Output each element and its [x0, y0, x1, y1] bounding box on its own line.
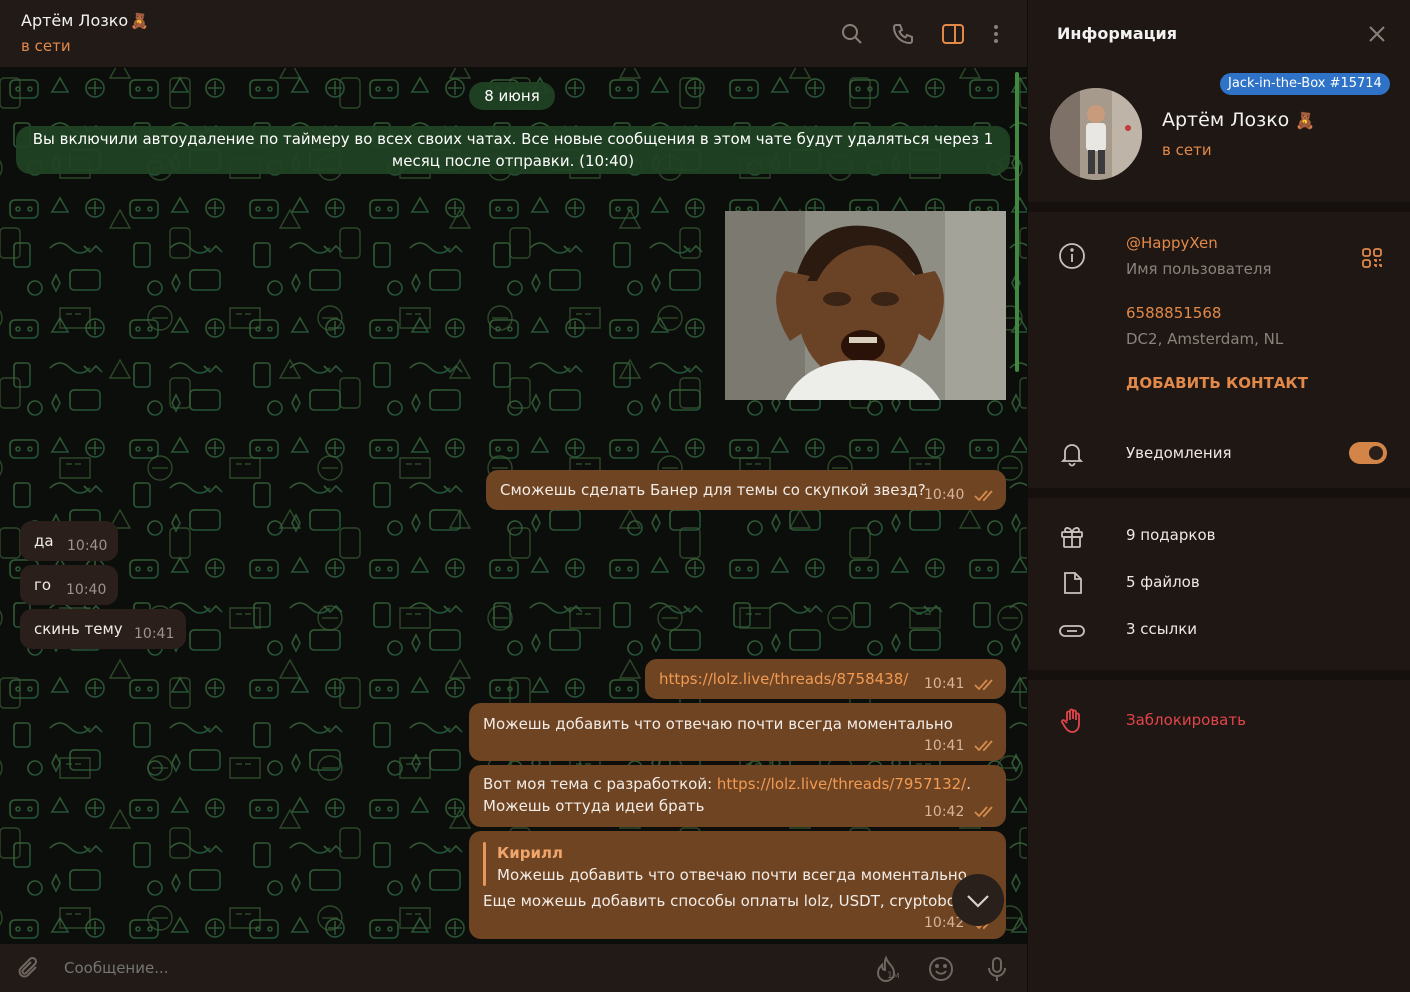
- message-text: Еще можешь добавить способы оплаты lolz,…: [483, 892, 961, 910]
- notifications-toggle[interactable]: [1349, 442, 1387, 464]
- phone-icon[interactable]: [891, 22, 915, 46]
- info-panel: Информация Jack-in-the-Box #15714 Артём …: [1027, 0, 1410, 992]
- microphone-icon[interactable]: [984, 956, 1010, 982]
- service-message: Вы включили автоудаление по таймеру во в…: [16, 126, 1010, 174]
- message-text: скинь тему: [34, 620, 123, 638]
- info-title: Информация: [1057, 24, 1177, 43]
- message-time: 10:41: [134, 626, 175, 642]
- chat-panel: Артём Лозко 🧸 в сети 8 июня Вы включили …: [0, 0, 1027, 992]
- qr-code-icon[interactable]: [1361, 247, 1383, 269]
- read-checkmarks-icon: [974, 679, 993, 691]
- chevron-down-icon: [967, 895, 989, 908]
- notifications-label: Уведомления: [1126, 444, 1232, 462]
- avatar[interactable]: [1050, 88, 1142, 180]
- date-separator: 8 июня: [469, 82, 555, 110]
- links-link[interactable]: 3 ссылки: [1126, 620, 1197, 638]
- user-id[interactable]: 6588851568: [1126, 304, 1221, 322]
- file-icon: [1064, 572, 1082, 594]
- gift-badge[interactable]: Jack-in-the-Box #15714: [1220, 73, 1390, 95]
- scroll-down-button[interactable]: [952, 874, 1004, 926]
- gift-icon: [1061, 527, 1083, 548]
- message-time: 10:40: [67, 538, 108, 554]
- message-time: 10:40: [924, 487, 965, 503]
- read-checkmarks-icon: [974, 806, 993, 818]
- toggle-knob: [1369, 446, 1383, 460]
- message-time: 10:42: [924, 804, 965, 820]
- message-link[interactable]: https://lolz.live/threads/8758438/: [659, 670, 908, 688]
- message-bubble-out-reply[interactable]: Кирилл Можешь добавить что отвечаю почти…: [469, 831, 1006, 939]
- datacenter-info: DC2, Amsterdam, NL: [1126, 330, 1284, 348]
- profile-name: Артём Лозко 🧸: [1162, 109, 1315, 131]
- chat-title[interactable]: Артём Лозко 🧸: [21, 11, 149, 30]
- files-link[interactable]: 5 файлов: [1126, 573, 1200, 591]
- close-icon[interactable]: [1367, 24, 1387, 44]
- read-checkmarks-icon: [974, 490, 993, 502]
- attach-icon[interactable]: [16, 956, 42, 982]
- message-text-line2: Можешь оттуда идеи брать: [483, 797, 705, 815]
- photo-message[interactable]: [725, 211, 1006, 400]
- message-bubble-out[interactable]: https://lolz.live/threads/8758438/ 10:41: [645, 659, 1006, 699]
- message-text-suffix: .: [966, 775, 971, 793]
- reply-text: Можешь добавить что отвечаю почти всегда…: [497, 866, 967, 884]
- read-checkmarks-icon: [974, 740, 993, 752]
- message-text: Можешь добавить что отвечаю почти всегда…: [483, 715, 953, 733]
- message-input[interactable]: [64, 954, 844, 982]
- message-text-line1: Вот моя тема с разработкой: https://lolz…: [483, 775, 971, 793]
- chat-header[interactable]: Артём Лозко 🧸 в сети: [0, 0, 1027, 68]
- message-bubble-out[interactable]: Можешь добавить что отвечаю почти всегда…: [469, 703, 1006, 761]
- message-time: 10:41: [924, 738, 965, 754]
- message-composer: 1м: [0, 944, 1027, 992]
- message-time: 10:40: [66, 582, 107, 598]
- timer-button[interactable]: 1м: [872, 954, 902, 984]
- username-label: Имя пользователя: [1126, 260, 1272, 278]
- hand-block-icon: [1061, 708, 1080, 733]
- message-bubble-out[interactable]: Вот моя тема с разработкой: https://lolz…: [469, 765, 1006, 827]
- reply-bar: [483, 842, 486, 886]
- message-text: го: [34, 576, 52, 594]
- bell-icon: [1060, 444, 1084, 467]
- section-divider: [1028, 202, 1410, 212]
- sidebar-toggle-icon[interactable]: [941, 22, 965, 46]
- avatar-image: [1050, 88, 1142, 180]
- username-link[interactable]: @HappyXen: [1126, 234, 1218, 252]
- message-text-prefix: Вот моя тема с разработкой:: [483, 775, 717, 793]
- premium-emoji-icon: 🧸: [130, 12, 149, 30]
- info-icon: [1059, 243, 1085, 269]
- message-text: да: [34, 532, 54, 550]
- emoji-icon[interactable]: [928, 956, 954, 982]
- premium-emoji-icon: 🧸: [1295, 111, 1316, 130]
- block-user-button[interactable]: Заблокировать: [1126, 711, 1246, 729]
- profile-status: в сети: [1162, 141, 1212, 159]
- chat-title-text: Артём Лозко: [21, 11, 129, 30]
- message-bubble-in[interactable]: да 10:40: [20, 521, 118, 561]
- message-text: Сможешь сделать Банер для темы со скупко…: [500, 481, 926, 499]
- timer-label: 1м: [887, 971, 900, 981]
- chat-scrollbar[interactable]: [1015, 72, 1019, 372]
- chat-status: в сети: [21, 37, 71, 55]
- more-icon[interactable]: [984, 22, 1008, 46]
- section-divider: [1028, 488, 1410, 498]
- message-time: 10:41: [924, 676, 965, 692]
- search-icon[interactable]: [840, 22, 864, 46]
- add-contact-button[interactable]: ДОБАВИТЬ КОНТАКТ: [1126, 374, 1308, 392]
- message-bubble-out[interactable]: Сможешь сделать Банер для темы со скупко…: [486, 470, 1006, 510]
- message-bubble-in[interactable]: скинь тему 10:41: [20, 609, 186, 649]
- section-divider: [1028, 670, 1410, 680]
- photo-image: [725, 211, 1006, 400]
- message-link[interactable]: https://lolz.live/threads/7957132/: [717, 775, 966, 793]
- link-icon: [1059, 625, 1085, 637]
- gifts-link[interactable]: 9 подарков: [1126, 526, 1215, 544]
- reply-author[interactable]: Кирилл: [497, 844, 563, 862]
- message-bubble-in[interactable]: го 10:40: [20, 565, 118, 605]
- profile-name-text: Артём Лозко: [1162, 109, 1290, 131]
